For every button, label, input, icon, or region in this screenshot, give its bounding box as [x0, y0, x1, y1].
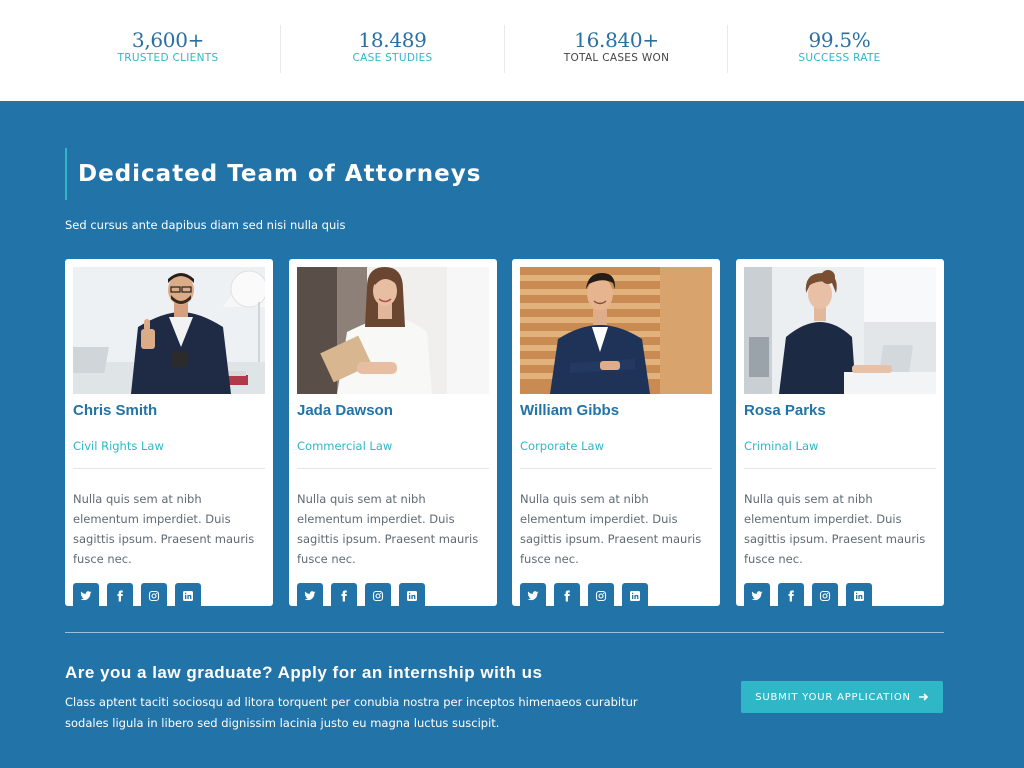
- attorney-name[interactable]: Jada Dawson: [297, 403, 489, 419]
- facebook-link[interactable]: [331, 583, 357, 609]
- facebook-link[interactable]: [554, 583, 580, 609]
- stat-label: CASE STUDIES: [352, 52, 433, 64]
- attorney-photo[interactable]: [520, 267, 712, 394]
- instagram-icon: [372, 590, 384, 602]
- instagram-icon: [819, 590, 831, 602]
- attorney-photo[interactable]: [73, 267, 265, 394]
- attorney-bio: Nulla quis sem at nibh elementum imperdi…: [73, 492, 255, 566]
- instagram-link[interactable]: [812, 583, 838, 609]
- attorney-bio: Nulla quis sem at nibh elementum imperdi…: [744, 492, 926, 566]
- twitter-icon: [304, 591, 316, 601]
- linkedin-icon: [407, 591, 417, 601]
- linkedin-link[interactable]: [175, 583, 201, 609]
- attorney-photo[interactable]: [744, 267, 936, 394]
- twitter-icon: [751, 591, 763, 601]
- practice-area: Corporate Law: [520, 439, 605, 453]
- card-divider: [520, 468, 712, 469]
- attorney-name[interactable]: Rosa Parks: [744, 403, 936, 419]
- attorney-card: William Gibbs Corporate Law Nulla quis s…: [512, 259, 720, 609]
- linkedin-link[interactable]: [622, 583, 648, 609]
- social-links: [297, 583, 489, 609]
- stat-value: 3,600+: [131, 28, 205, 52]
- attorney-bio: Nulla quis sem at nibh elementum imperdi…: [297, 492, 479, 566]
- twitter-link[interactable]: [744, 583, 770, 609]
- submit-application-label: SUBMIT YOUR APPLICATION: [755, 691, 911, 703]
- instagram-icon: [148, 590, 160, 602]
- section-subtitle: Sed cursus ante dapibus diam sed nisi nu…: [65, 218, 346, 232]
- stat-total-cases-won: 16.840+ TOTAL CASES WON: [504, 25, 728, 73]
- facebook-icon: [788, 590, 794, 602]
- internship-title: Are you a law graduate? Apply for an int…: [65, 663, 543, 682]
- linkedin-icon: [854, 591, 864, 601]
- instagram-link[interactable]: [588, 583, 614, 609]
- social-links: [744, 583, 936, 609]
- stat-value: 16.840+: [574, 28, 659, 52]
- twitter-link[interactable]: [297, 583, 323, 609]
- stat-label: TRUSTED CLIENTS: [117, 52, 219, 64]
- section-heading: Dedicated Team of Attorneys: [65, 148, 481, 200]
- facebook-link[interactable]: [107, 583, 133, 609]
- attorney-card: Jada Dawson Commercial Law Nulla quis se…: [289, 259, 497, 609]
- linkedin-icon: [183, 591, 193, 601]
- card-divider: [744, 468, 936, 469]
- stat-trusted-clients: 3,600+ TRUSTED CLIENTS: [56, 25, 280, 73]
- stat-case-studies: 18.489 CASE STUDIES: [280, 25, 504, 73]
- stat-value: 18.489: [358, 28, 427, 52]
- attorney-name[interactable]: Chris Smith: [73, 403, 265, 419]
- stats-bar: 3,600+ TRUSTED CLIENTS 18.489 CASE STUDI…: [0, 0, 1024, 101]
- social-links: [73, 583, 265, 609]
- arrow-right-icon: [918, 693, 928, 701]
- attorney-card: Rosa Parks Criminal Law Nulla quis sem a…: [736, 259, 944, 609]
- card-divider: [73, 468, 265, 469]
- stat-label: SUCCESS RATE: [798, 52, 881, 64]
- stat-label: TOTAL CASES WON: [563, 52, 670, 64]
- twitter-link[interactable]: [520, 583, 546, 609]
- facebook-icon: [341, 590, 347, 602]
- submit-application-button[interactable]: SUBMIT YOUR APPLICATION: [741, 681, 943, 713]
- attorney-name[interactable]: William Gibbs: [520, 403, 712, 419]
- internship-description: Class aptent taciti sociosqu ad litora t…: [65, 695, 638, 730]
- practice-area: Commercial Law: [297, 439, 393, 453]
- practice-area: Civil Rights Law: [73, 439, 164, 453]
- facebook-icon: [564, 590, 570, 602]
- attorney-photo[interactable]: [297, 267, 489, 394]
- section-title: Dedicated Team of Attorneys: [78, 161, 482, 187]
- twitter-icon: [527, 591, 539, 601]
- social-links: [520, 583, 712, 609]
- attorney-bio: Nulla quis sem at nibh elementum imperdi…: [520, 492, 702, 566]
- card-divider: [297, 468, 489, 469]
- twitter-link[interactable]: [73, 583, 99, 609]
- instagram-icon: [595, 590, 607, 602]
- linkedin-link[interactable]: [399, 583, 425, 609]
- attorney-card: Chris Smith Civil Rights Law Nulla quis …: [65, 259, 273, 609]
- section-divider: [65, 632, 944, 633]
- practice-area: Criminal Law: [744, 439, 819, 453]
- stat-success-rate: 99.5% SUCCESS RATE: [727, 25, 951, 73]
- linkedin-link[interactable]: [846, 583, 872, 609]
- instagram-link[interactable]: [141, 583, 167, 609]
- team-section: Dedicated Team of Attorneys Sed cursus a…: [0, 101, 1024, 768]
- linkedin-icon: [630, 591, 640, 601]
- twitter-icon: [80, 591, 92, 601]
- instagram-link[interactable]: [365, 583, 391, 609]
- facebook-icon: [117, 590, 123, 602]
- stat-value: 99.5%: [808, 28, 871, 52]
- facebook-link[interactable]: [778, 583, 804, 609]
